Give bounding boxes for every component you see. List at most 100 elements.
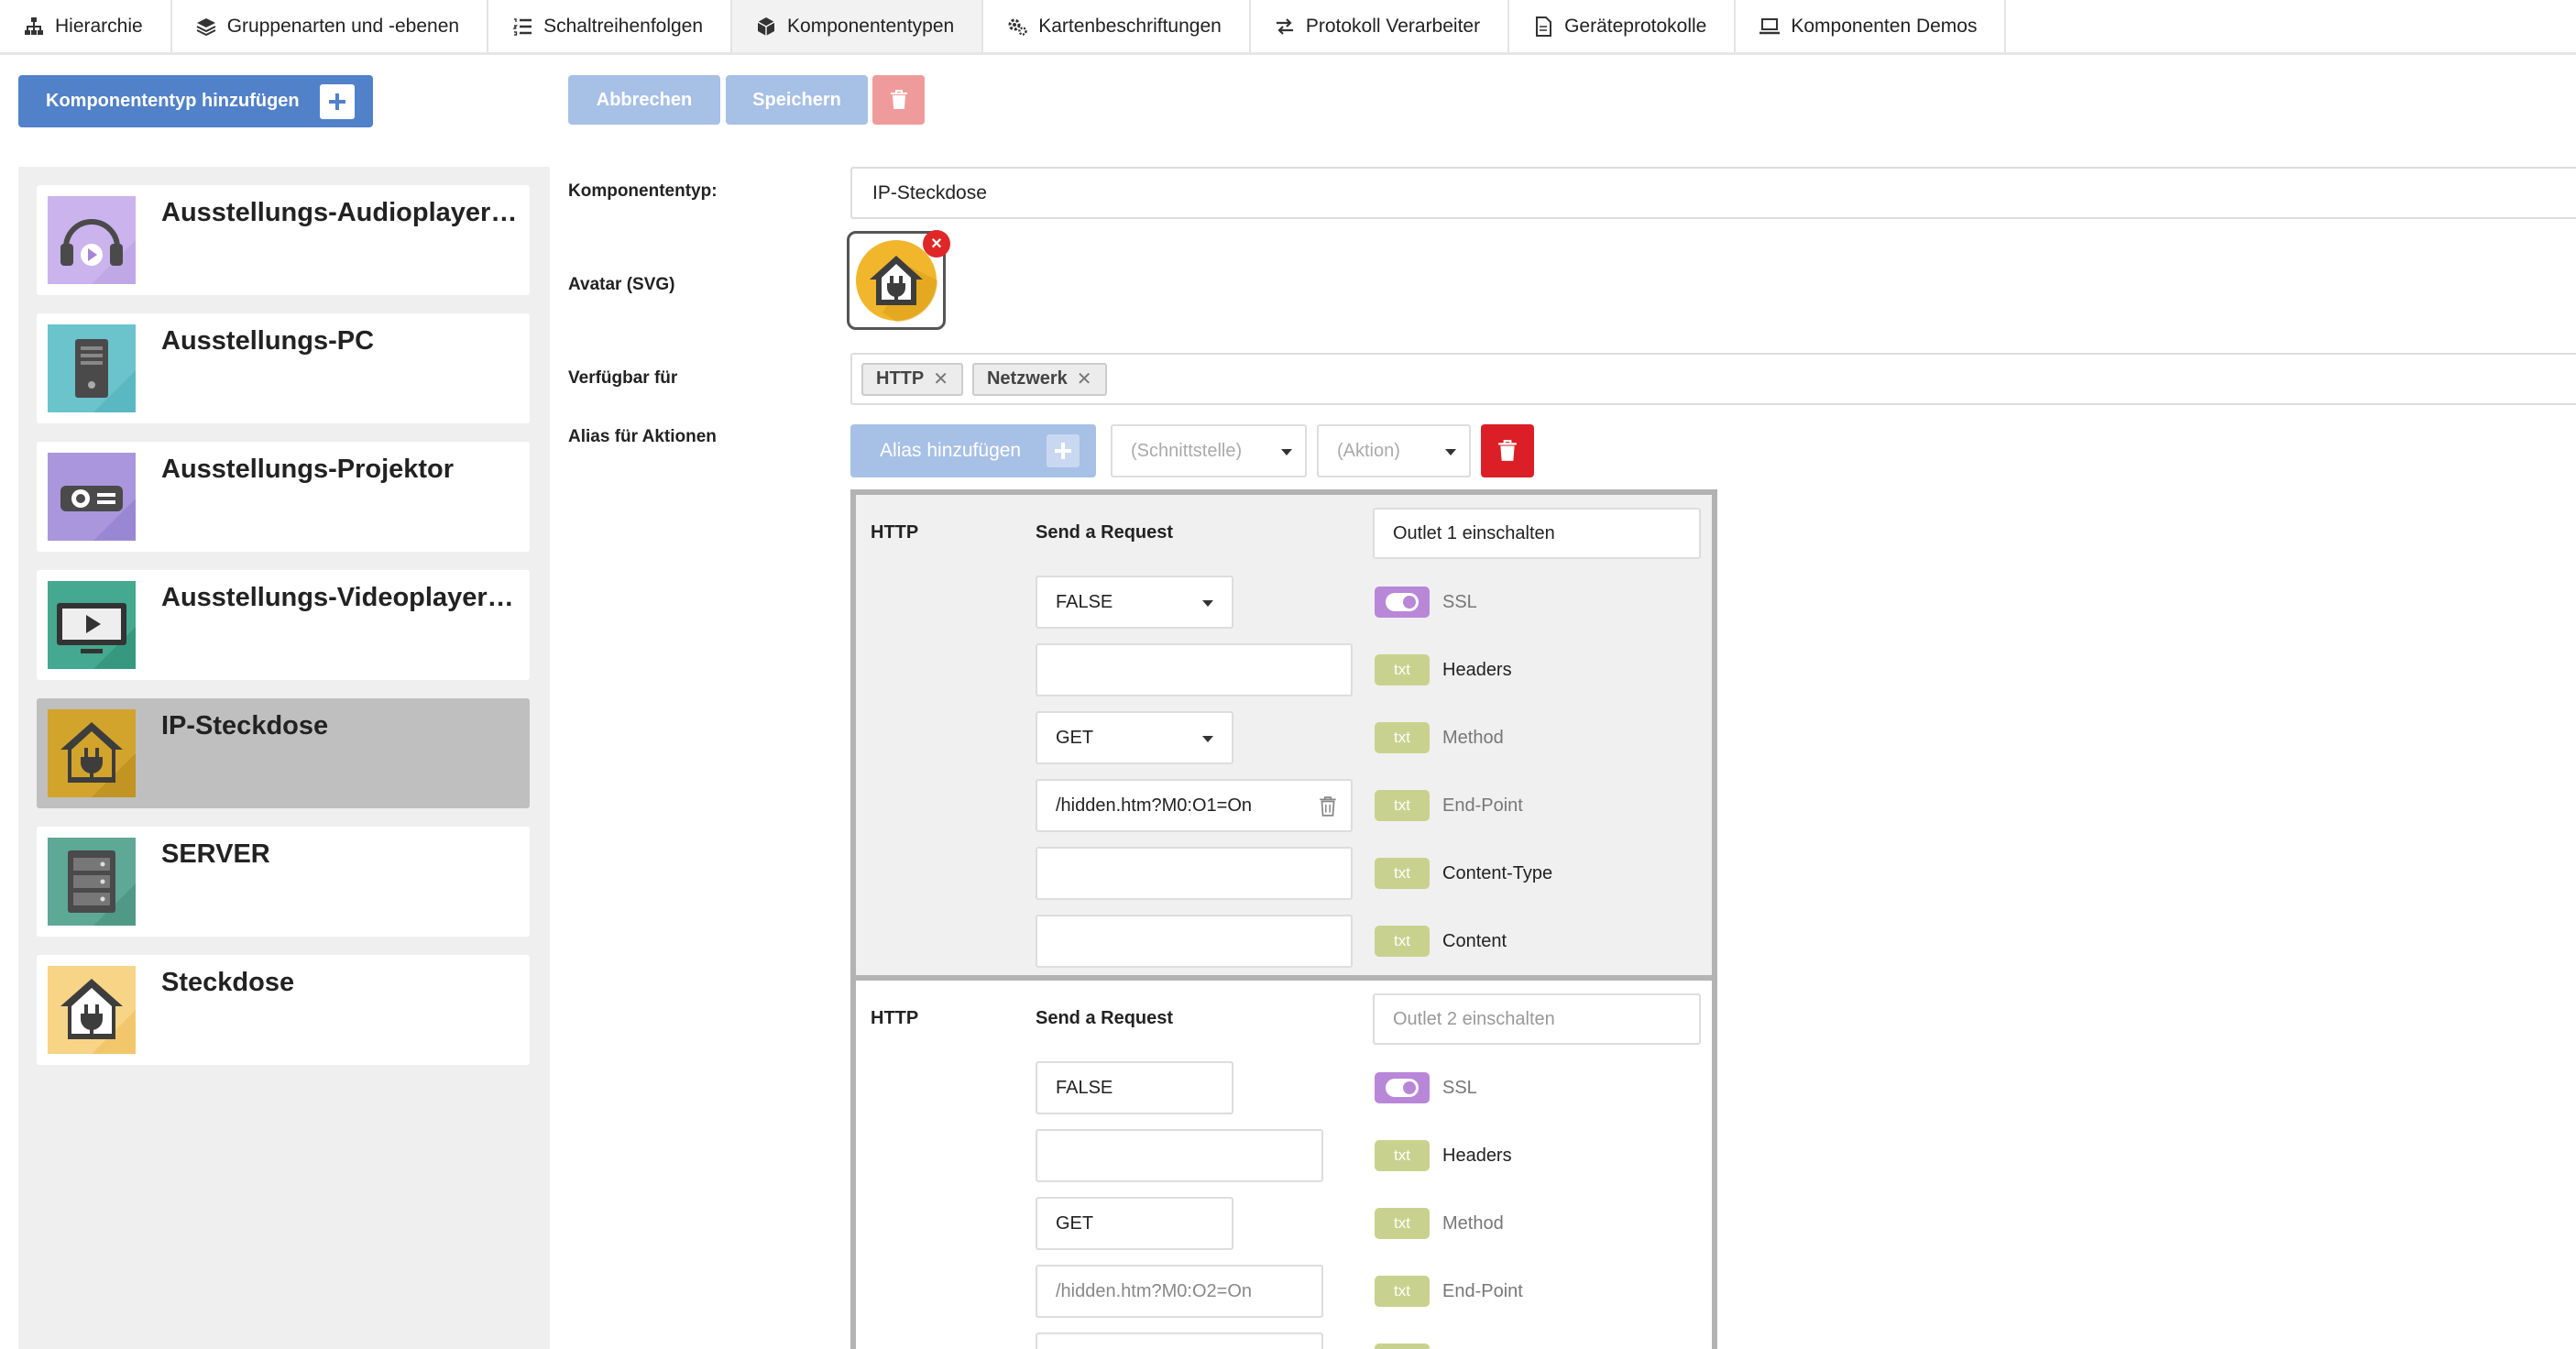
projector-icon: [48, 453, 136, 541]
alias-action: Send a Request: [1036, 522, 1174, 543]
caret-down-icon: [1202, 736, 1213, 742]
txt-badge[interactable]: txt: [1375, 790, 1430, 821]
txt-badge[interactable]: txt: [1375, 926, 1430, 957]
avatar-label: Avatar (SVG): [568, 275, 675, 294]
tab-protokoll-verarbeiter[interactable]: Protokoll Verarbeiter: [1251, 0, 1510, 52]
server-rack-icon: [48, 838, 136, 926]
list-item-audioplayer[interactable]: Ausstellungs-Audioplayer -Brig...: [37, 185, 530, 295]
alias-name-input[interactable]: Outlet 2 einschalten: [1373, 993, 1701, 1045]
endpoint-value: /hidden.htm?M0:O1=On: [1056, 795, 1253, 816]
param-label: SSL: [1442, 1078, 1477, 1098]
list-item-steckdose[interactable]: Steckdose: [37, 955, 530, 1065]
param-label: Content: [1442, 931, 1507, 951]
alias-panel: HTTP Send a Request Outlet 2 einschalten…: [850, 975, 1717, 1349]
toggle-icon: [1386, 1079, 1419, 1097]
cancel-button[interactable]: Abbrechen: [568, 75, 720, 125]
component-name: Ausstellungs-Audioplayer -Brig...: [161, 198, 519, 227]
caret-down-icon: [1202, 600, 1213, 607]
monitor-play-icon: [48, 581, 136, 669]
param-label: Method: [1442, 728, 1504, 748]
list-item-projektor[interactable]: Ausstellungs-Projektor: [37, 442, 530, 552]
txt-badge[interactable]: txt: [1375, 858, 1430, 889]
param-label: Content-Type: [1442, 863, 1553, 883]
method-select[interactable]: GET: [1036, 711, 1233, 764]
ordered-list-icon: [510, 15, 534, 38]
trash-icon[interactable]: [1318, 795, 1338, 817]
tab-label: Protokoll Verarbeiter: [1305, 15, 1481, 37]
list-item-pc[interactable]: Ausstellungs-PC: [37, 313, 530, 423]
component-type-input[interactable]: IP-Steckdose: [850, 167, 2576, 219]
computer-tower-icon: [48, 324, 136, 412]
alias-protocol: HTTP: [871, 522, 919, 543]
tab-geraeteprotokolle[interactable]: Geräteprotokolle: [1509, 0, 1737, 52]
ssl-select[interactable]: FALSE: [1036, 576, 1233, 629]
plus-icon: [1047, 434, 1080, 467]
add-alias-button[interactable]: Alias hinzufügen: [850, 424, 1096, 477]
method-value: GET: [1056, 727, 1094, 748]
house-plug-icon: [48, 966, 136, 1054]
top-navigation: Hierarchie Gruppenarten und -ebenen Scha…: [0, 0, 2576, 55]
param-label: End-Point: [1442, 1281, 1523, 1301]
tab-label: Komponententypen: [787, 15, 955, 37]
tab-gruppenarten[interactable]: Gruppenarten und -ebenen: [172, 0, 489, 52]
tab-schaltreihenfolgen[interactable]: Schaltreihenfolgen: [488, 0, 733, 52]
tag-label: Netzwerk: [986, 368, 1068, 389]
trash-icon: [890, 90, 907, 109]
remove-tag-icon[interactable]: ✕: [933, 367, 948, 390]
component-name: Ausstellungs-Videoplayer - Brig...: [161, 583, 519, 612]
available-for-tags[interactable]: HTTP ✕ Netzwerk ✕: [850, 353, 2576, 405]
avatar-upload[interactable]: ×: [847, 230, 950, 330]
txt-badge[interactable]: [1375, 1344, 1430, 1349]
endpoint-input[interactable]: /hidden.htm?M0:O2=On: [1036, 1265, 1323, 1318]
alias-label: Alias für Aktionen: [568, 427, 717, 446]
ssl-toggle[interactable]: [1375, 1072, 1430, 1103]
ssl-input[interactable]: FALSE: [1036, 1061, 1233, 1114]
tab-hierarchie[interactable]: Hierarchie: [0, 0, 172, 52]
method-input[interactable]: GET: [1036, 1197, 1233, 1250]
txt-badge[interactable]: txt: [1375, 1140, 1430, 1171]
save-button[interactable]: Speichern: [726, 75, 868, 125]
headphones-icon: [48, 196, 136, 284]
delete-alias-button[interactable]: [1481, 424, 1534, 477]
plus-icon: [320, 84, 355, 119]
sitemap-icon: [22, 15, 46, 38]
remove-avatar-icon[interactable]: ×: [923, 230, 950, 258]
laptop-icon: [1758, 15, 1781, 38]
add-component-type-label: Komponententyp hinzufügen: [46, 91, 300, 111]
alias-protocol: HTTP: [871, 1008, 919, 1028]
tab-kartenbeschriftungen[interactable]: Kartenbeschriftungen: [983, 0, 1251, 52]
ssl-toggle[interactable]: [1375, 587, 1430, 618]
tab-komponententypen[interactable]: Komponententypen: [732, 0, 984, 52]
txt-badge[interactable]: txt: [1375, 722, 1430, 753]
add-component-type-button[interactable]: Komponententyp hinzufügen: [18, 75, 373, 127]
endpoint-input[interactable]: /hidden.htm?M0:O1=On: [1036, 779, 1353, 832]
component-type-label: Komponententyp:: [568, 181, 718, 201]
param-label: End-Point: [1442, 795, 1523, 816]
headers-input[interactable]: [1036, 643, 1353, 696]
list-item-ip-steckdose[interactable]: IP-Steckdose: [37, 698, 530, 808]
content-type-input[interactable]: [1036, 1333, 1323, 1349]
tab-label: Hierarchie: [55, 15, 143, 37]
component-name: SERVER: [161, 839, 270, 869]
alias-name-input[interactable]: Outlet 1 einschalten: [1373, 508, 1701, 559]
caret-down-icon: [1445, 449, 1456, 455]
list-item-server[interactable]: SERVER: [37, 827, 530, 937]
txt-badge[interactable]: txt: [1375, 654, 1430, 685]
delete-button[interactable]: [872, 75, 925, 125]
component-type-list: Ausstellungs-Audioplayer -Brig... Ausste…: [18, 167, 550, 1349]
headers-input[interactable]: [1036, 1129, 1323, 1182]
remove-tag-icon[interactable]: ✕: [1077, 367, 1092, 390]
txt-badge[interactable]: txt: [1375, 1276, 1430, 1307]
content-input[interactable]: [1036, 915, 1353, 968]
txt-badge[interactable]: txt: [1375, 1208, 1430, 1239]
tag-http: HTTP ✕: [861, 362, 963, 396]
content-type-input[interactable]: [1036, 847, 1353, 900]
list-item-videoplayer[interactable]: Ausstellungs-Videoplayer - Brig...: [37, 570, 530, 680]
tab-komponenten-demos[interactable]: Komponenten Demos: [1736, 0, 2007, 52]
tab-label: Schaltreihenfolgen: [543, 15, 704, 37]
interface-select[interactable]: (Schnittstelle): [1111, 424, 1307, 477]
tab-label: Kartenbeschriftungen: [1038, 15, 1222, 37]
component-name: Ausstellungs-PC: [161, 326, 375, 356]
action-select[interactable]: (Aktion): [1317, 424, 1471, 477]
gears-icon: [1005, 15, 1029, 38]
